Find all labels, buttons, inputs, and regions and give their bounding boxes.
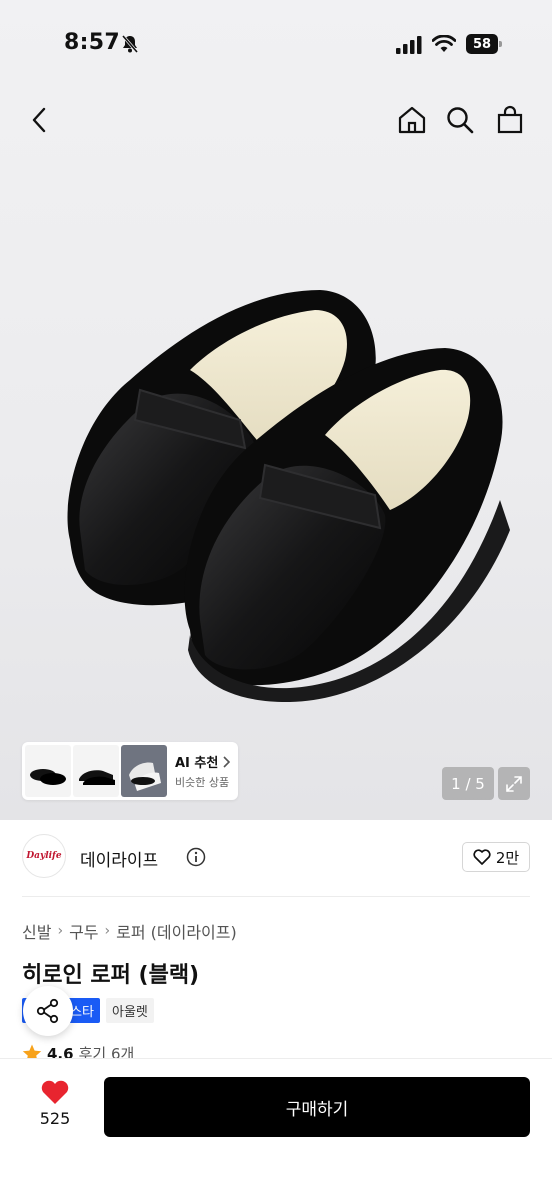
bottom-action-bar: 525 구매하기 bbox=[0, 1058, 552, 1200]
battery-indicator: 58 bbox=[466, 34, 502, 54]
bag-icon bbox=[497, 105, 523, 134]
ai-recommendation-strip[interactable]: AI 추천 비슷한 상품 bbox=[22, 742, 238, 800]
info-icon[interactable] bbox=[186, 847, 206, 867]
ai-subtitle: 비슷한 상품 bbox=[175, 776, 230, 789]
thumbnail-3[interactable] bbox=[121, 745, 167, 797]
brand-like-button[interactable]: 2만 bbox=[462, 842, 530, 872]
buy-button[interactable]: 구매하기 bbox=[104, 1077, 530, 1137]
brand-logo[interactable]: Daylife bbox=[22, 834, 66, 878]
search-icon bbox=[447, 107, 474, 134]
status-time: 8:57 bbox=[64, 30, 120, 55]
thumbnail-1[interactable] bbox=[25, 745, 71, 797]
thumbnail-2[interactable] bbox=[73, 745, 119, 797]
ai-recommendation-label[interactable]: AI 추천 비슷한 상품 bbox=[175, 752, 231, 790]
brand-row[interactable]: Daylife 데이라이프 2만 bbox=[22, 834, 530, 882]
breadcrumb: 신발 › 구두 › 로퍼 (데이라이프) bbox=[22, 919, 237, 943]
search-button[interactable] bbox=[442, 102, 478, 138]
brand-name[interactable]: 데이라이프 bbox=[80, 846, 158, 871]
battery-level: 58 bbox=[472, 36, 492, 52]
heart-filled-icon bbox=[41, 1080, 69, 1104]
chevron-right-icon bbox=[223, 755, 231, 768]
badge-outlet: 아울렛 bbox=[106, 998, 154, 1023]
shoe-thumbnail-icon bbox=[30, 769, 66, 785]
product-title: 히로인 로퍼 (블랙) bbox=[22, 963, 200, 988]
product-image-gallery[interactable]: 8:57 58 AI 추천 비슷한 상품 1 / 5 bbox=[0, 0, 552, 820]
product-photo bbox=[67, 290, 510, 703]
share-button[interactable] bbox=[23, 986, 73, 1036]
image-counter: 1 / 5 bbox=[442, 767, 494, 800]
wifi-icon bbox=[432, 35, 456, 52]
divider bbox=[22, 896, 530, 897]
bell-muted-icon bbox=[121, 35, 139, 53]
wishlist-button[interactable]: 525 bbox=[30, 1079, 80, 1139]
breadcrumb-item[interactable]: 로퍼 (데이라이프) bbox=[116, 919, 237, 943]
brand-logo-text: Daylife bbox=[26, 851, 62, 861]
home-icon bbox=[398, 106, 426, 134]
heart-outline-icon bbox=[473, 849, 491, 865]
expand-icon bbox=[506, 775, 522, 792]
cellular-signal-icon bbox=[396, 36, 422, 54]
home-button[interactable] bbox=[394, 102, 430, 138]
cart-button[interactable] bbox=[492, 102, 528, 138]
brand-like-count: 2만 bbox=[495, 848, 520, 867]
status-bar: 8:57 58 bbox=[0, 0, 552, 90]
breadcrumb-item[interactable]: 신발 bbox=[22, 919, 51, 943]
chevron-left-icon bbox=[32, 107, 46, 133]
shoe-thumbnail-icon bbox=[79, 770, 115, 785]
expand-button[interactable] bbox=[498, 767, 530, 800]
ai-title: AI 추천 bbox=[175, 756, 219, 771]
back-button[interactable] bbox=[22, 102, 58, 138]
breadcrumb-separator-icon: › bbox=[57, 923, 64, 939]
wishlist-count: 525 bbox=[39, 1109, 71, 1128]
breadcrumb-separator-icon: › bbox=[104, 923, 111, 939]
shoe-thumbnail-icon bbox=[129, 762, 161, 791]
share-icon bbox=[36, 998, 59, 1024]
breadcrumb-item[interactable]: 구두 bbox=[69, 919, 98, 943]
